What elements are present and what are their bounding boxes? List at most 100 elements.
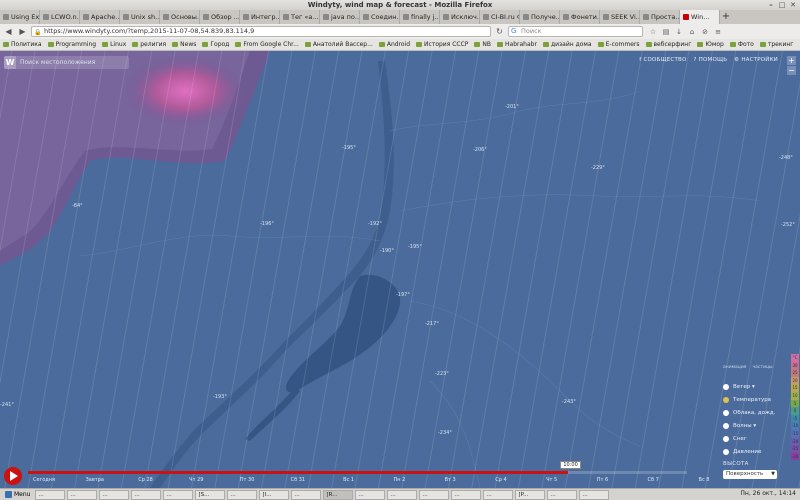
browser-tab[interactable]: finally j... bbox=[400, 10, 440, 24]
browser-tab[interactable]: Проста... bbox=[640, 10, 680, 24]
taskbar-window[interactable]: ... bbox=[387, 489, 418, 500]
new-tab-icon[interactable]: + bbox=[720, 10, 732, 24]
timeline-day[interactable]: Ср 4 bbox=[495, 477, 506, 483]
browser-tab[interactable]: Тег «а... bbox=[280, 10, 320, 24]
timeline-day[interactable]: Вс 8 bbox=[699, 477, 710, 483]
home-icon[interactable]: ⌂ bbox=[687, 27, 697, 37]
zoom-in-button[interactable]: + bbox=[787, 56, 796, 65]
zoom-out-button[interactable]: − bbox=[787, 66, 796, 75]
layer-option[interactable]: Температура bbox=[723, 393, 783, 406]
taskbar-window[interactable]: ... bbox=[227, 489, 258, 500]
settings-link[interactable]: ⚙ НАСТРОЙКИ bbox=[734, 57, 778, 63]
search-field[interactable]: G Поиск bbox=[508, 26, 643, 37]
taskbar-window[interactable]: ... bbox=[579, 489, 610, 500]
taskbar-window[interactable]: ... bbox=[67, 489, 98, 500]
weather-map[interactable]: W fСООБЩЕСТВО ?ПОМОЩЬ ⚙НАСТРОЙКИ + − -20… bbox=[0, 51, 800, 488]
timeline-day[interactable]: Ср 28 bbox=[138, 477, 153, 483]
clipboard-icon[interactable]: ▤ bbox=[661, 27, 671, 37]
taskbar-window[interactable]: ... bbox=[355, 489, 386, 500]
location-search-input[interactable] bbox=[16, 59, 121, 66]
taskbar-window[interactable]: ... bbox=[131, 489, 162, 500]
layer-option[interactable]: Волны ▾ bbox=[723, 419, 783, 432]
timeline-track[interactable]: 10:00 bbox=[28, 461, 687, 474]
layer-option[interactable]: Облака, дожд. bbox=[723, 406, 783, 419]
reload-icon[interactable]: ↻ bbox=[494, 26, 505, 37]
browser-tab[interactable]: Основы... bbox=[160, 10, 200, 24]
bookmark-folder[interactable]: Android bbox=[378, 41, 410, 48]
taskbar-window[interactable]: ... bbox=[291, 489, 322, 500]
play-button[interactable] bbox=[4, 467, 22, 485]
taskbar-window[interactable]: ... bbox=[35, 489, 66, 500]
browser-tab[interactable]: CI-BI.ru Фо... bbox=[480, 10, 520, 24]
taskbar-window[interactable]: ... bbox=[99, 489, 130, 500]
timeline-day[interactable]: Сб 7 bbox=[648, 477, 659, 483]
back-icon[interactable]: ◀ bbox=[3, 26, 14, 37]
browser-tab[interactable]: LCWO.n... bbox=[40, 10, 80, 24]
browser-tab[interactable]: Win... bbox=[680, 10, 720, 24]
timeline-day[interactable]: Вс 1 bbox=[343, 477, 354, 483]
bookmark-folder[interactable]: News bbox=[172, 41, 196, 48]
adblock-icon[interactable]: ⊘ bbox=[700, 27, 710, 37]
timeline-day[interactable]: Чт 5 bbox=[546, 477, 557, 483]
timeline-day[interactable]: Вт 3 bbox=[445, 477, 456, 483]
minimize-icon[interactable]: – bbox=[767, 1, 775, 9]
animate-toggle[interactable]: анимация bbox=[723, 365, 746, 370]
bookmark-folder[interactable]: Политика bbox=[3, 41, 42, 48]
taskbar-window[interactable]: ... bbox=[483, 489, 514, 500]
bookmark-folder[interactable]: Programming bbox=[47, 41, 96, 48]
taskbar-window[interactable]: ... bbox=[451, 489, 482, 500]
taskbar-window[interactable]: [I... bbox=[259, 489, 290, 500]
browser-tab[interactable]: Соедин... bbox=[360, 10, 400, 24]
browser-tab[interactable]: Интегр... bbox=[240, 10, 280, 24]
start-menu-button[interactable]: Menu bbox=[2, 491, 33, 498]
timeline-day[interactable]: Чт 29 bbox=[189, 477, 203, 483]
menu-icon[interactable]: ≡ bbox=[713, 27, 723, 37]
windyty-logo[interactable]: W bbox=[4, 56, 16, 69]
timeline-day[interactable]: Сб 31 bbox=[291, 477, 306, 483]
taskbar-window[interactable]: [R... bbox=[323, 489, 354, 500]
bookmark-folder[interactable]: религия bbox=[132, 41, 166, 48]
browser-tab[interactable]: Исключ... bbox=[440, 10, 480, 24]
particles-toggle[interactable]: частицы bbox=[752, 365, 772, 370]
download-icon[interactable]: ↓ bbox=[674, 27, 684, 37]
taskbar-window[interactable]: ... bbox=[163, 489, 194, 500]
taskbar-window[interactable]: ... bbox=[419, 489, 450, 500]
bookmark-folder[interactable]: дизайн дома bbox=[542, 41, 592, 48]
browser-tab[interactable]: java по... bbox=[320, 10, 360, 24]
bookmark-folder[interactable]: Юмор bbox=[697, 41, 724, 48]
timeline-day[interactable]: Сегодня bbox=[33, 477, 55, 483]
bookmark-folder[interactable]: From Google Chr... bbox=[235, 41, 299, 48]
url-bar[interactable]: 🔒 https://www.windyty.com/?temp,2015-11-… bbox=[31, 26, 491, 37]
bookmark-folder[interactable]: Habrahabr bbox=[497, 41, 537, 48]
bookmark-folder[interactable]: вебсерфинг bbox=[645, 41, 691, 48]
bookmark-folder[interactable]: E-commers bbox=[597, 41, 640, 48]
community-link[interactable]: f СООБЩЕСТВО bbox=[639, 57, 686, 63]
timeline-day[interactable]: Пт 30 bbox=[240, 477, 255, 483]
maximize-icon[interactable]: □ bbox=[778, 1, 786, 9]
browser-tab[interactable]: Using Expr... bbox=[0, 10, 40, 24]
help-link[interactable]: ? ПОМОЩЬ bbox=[694, 57, 728, 63]
layer-option[interactable]: Давление bbox=[723, 445, 783, 458]
layer-option[interactable]: Снег bbox=[723, 432, 783, 445]
bookmark-folder[interactable]: Linux bbox=[102, 41, 126, 48]
close-icon[interactable]: ✕ bbox=[789, 1, 797, 9]
browser-tab[interactable]: Unix sh... bbox=[120, 10, 160, 24]
timeline-day[interactable]: Пн 2 bbox=[393, 477, 405, 483]
bookmark-folder[interactable]: трекинг bbox=[759, 41, 793, 48]
taskbar-window[interactable]: [P... bbox=[515, 489, 546, 500]
timeline-day[interactable]: Завтра bbox=[86, 477, 104, 483]
forward-icon[interactable]: ▶ bbox=[17, 26, 28, 37]
bookmark-folder[interactable]: Город bbox=[202, 41, 229, 48]
browser-tab[interactable]: Обзор ... bbox=[200, 10, 240, 24]
taskbar-window[interactable]: [S... bbox=[195, 489, 226, 500]
star-icon[interactable]: ☆ bbox=[648, 27, 658, 37]
browser-tab[interactable]: Получе... bbox=[520, 10, 560, 24]
browser-tab[interactable]: Apache... bbox=[80, 10, 120, 24]
bookmark-folder[interactable]: Анатолий Вассер... bbox=[304, 41, 373, 48]
taskbar-window[interactable]: ... bbox=[547, 489, 578, 500]
browser-tab[interactable]: Фонети... bbox=[560, 10, 600, 24]
height-select[interactable]: Поверхность ▼ bbox=[723, 470, 777, 479]
timeline-handle[interactable]: 10:00 bbox=[560, 461, 581, 469]
browser-tab[interactable]: SEEK Vi... bbox=[600, 10, 640, 24]
bookmark-folder[interactable]: Фото bbox=[729, 41, 754, 48]
